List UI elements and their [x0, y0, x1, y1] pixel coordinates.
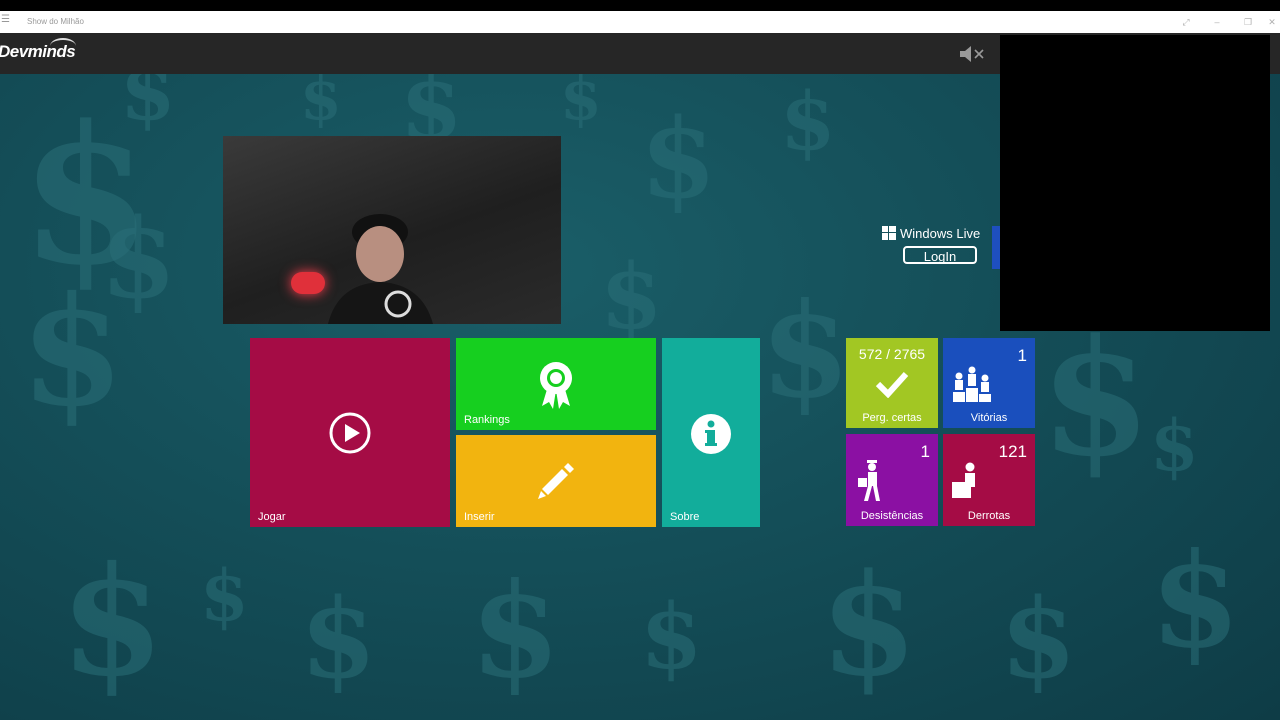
play-tile-label: Jogar: [258, 511, 286, 523]
window-title: Show do Milhão: [27, 17, 84, 26]
dollar-decoration: $: [200, 554, 249, 637]
window-titlebar: ☰ Show do Milhão ⤢ – ❐ ✕: [0, 11, 1280, 33]
checkmark-icon: [875, 371, 909, 398]
dollar-decoration: $: [1040, 304, 1152, 492]
webcam-overlay: [223, 136, 561, 324]
dollar-decoration: $: [20, 264, 125, 440]
correct-answers-value: 572 / 2765: [858, 346, 926, 362]
dollar-decoration: $: [780, 74, 836, 168]
streamer-silhouette: [328, 214, 433, 324]
dollar-decoration: $: [640, 584, 703, 690]
hamburger-menu-icon[interactable]: ☰: [1, 14, 10, 25]
rankings-tile[interactable]: Rankings: [456, 338, 656, 430]
podium-icon: [953, 366, 991, 402]
dollar-decoration: $: [1150, 404, 1199, 487]
info-icon: [691, 414, 731, 454]
about-tile[interactable]: Sobre: [662, 338, 760, 527]
quits-tile[interactable]: 1 Desistências: [846, 434, 938, 526]
windows-logo-icon: [882, 226, 896, 240]
overlay-black-panel: [1000, 35, 1270, 331]
dollar-decoration: $: [120, 74, 176, 138]
play-circle-icon: [329, 412, 371, 454]
award-ribbon-icon: [540, 362, 572, 409]
wins-value: 1: [1017, 346, 1027, 365]
fullscreen-icon[interactable]: ⤢: [1179, 15, 1193, 29]
restore-icon[interactable]: ❐: [1241, 15, 1255, 29]
rankings-tile-label: Rankings: [464, 414, 510, 426]
dollar-decoration: $: [300, 74, 342, 134]
top-black-strip: [0, 0, 1280, 11]
windows-live-label: Windows Live: [882, 226, 980, 241]
login-button[interactable]: LogIn: [903, 246, 977, 264]
close-icon[interactable]: ✕: [1265, 15, 1279, 29]
losses-value: 121: [998, 442, 1027, 461]
windows-live-text: Windows Live: [900, 226, 981, 241]
dollar-decoration: $: [760, 274, 851, 427]
dollar-decoration: $: [820, 544, 918, 708]
minimize-icon[interactable]: –: [1210, 15, 1224, 29]
correct-answers-label: Perg. certas: [862, 412, 922, 424]
pencil-icon: [538, 463, 574, 499]
dollar-decoration: $: [600, 244, 663, 350]
speaker-muted-icon[interactable]: [958, 45, 986, 63]
sad-sitting-icon: [952, 462, 975, 498]
losses-label: Derrotas: [967, 510, 1011, 522]
dollar-decoration: $: [560, 74, 602, 134]
play-tile[interactable]: Jogar: [250, 338, 450, 527]
partial-blue-tile: [992, 226, 1000, 269]
dollar-decoration: $: [300, 574, 377, 703]
dollar-decoration: $: [470, 554, 561, 707]
dollar-decoration: $: [1150, 524, 1241, 677]
dollar-decoration: $: [60, 534, 165, 710]
correct-answers-tile[interactable]: 572 / 2765 Perg. certas: [846, 338, 938, 428]
dollar-decoration: $: [640, 94, 717, 223]
quits-label: Desistências: [860, 510, 924, 522]
wins-tile[interactable]: 1 Vitórias: [943, 338, 1035, 428]
quits-value: 1: [920, 442, 930, 461]
insert-tile[interactable]: Inserir: [456, 435, 656, 527]
losses-tile[interactable]: 121 Derrotas: [943, 434, 1035, 526]
insert-tile-label: Inserir: [464, 511, 495, 523]
microphone: [291, 272, 325, 294]
wins-label: Vitórias: [970, 412, 1008, 424]
about-tile-label: Sobre: [670, 511, 700, 523]
dollar-decoration: $: [1000, 574, 1077, 703]
devminds-logo: Devminds: [0, 42, 76, 61]
walking-away-icon: [858, 460, 880, 501]
